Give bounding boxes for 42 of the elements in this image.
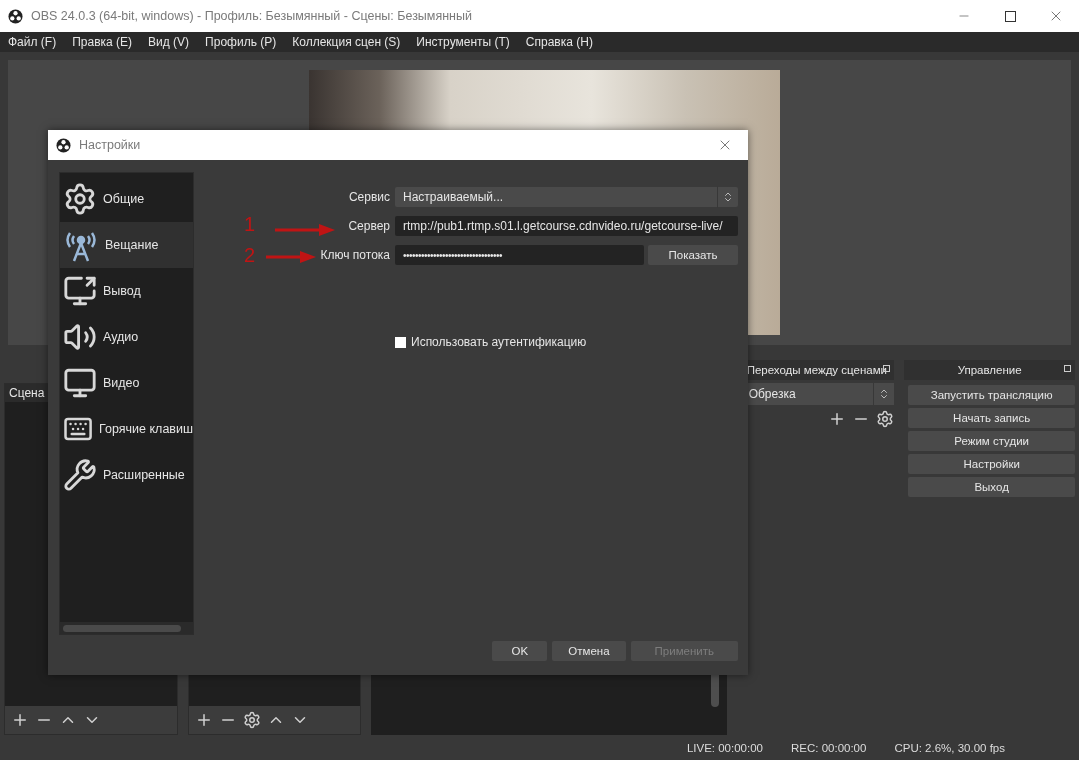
- sidebar-label: Вещание: [105, 238, 159, 252]
- sidebar-item[interactable]: Расширенные: [60, 452, 193, 498]
- dialog-title: Настройки: [79, 138, 142, 152]
- server-field[interactable]: rtmp://pub1.rtmp.s01.l.getcourse.cdnvideo.ru/getcourse-live/: [395, 216, 738, 236]
- menu-item[interactable]: Инструменты (T): [416, 35, 510, 49]
- rec-timer: REC: 00:00:00: [790, 741, 867, 754]
- checkbox-label: Использовать аутентификацию: [411, 335, 587, 349]
- controls-title: Управление: [904, 360, 1075, 380]
- menu-item[interactable]: Справка (H): [525, 35, 593, 49]
- dialog-button[interactable]: Отмена: [552, 641, 626, 661]
- sidebar-item[interactable]: Вывод: [60, 268, 193, 314]
- service-dropdown[interactable]: Настраиваемый...: [395, 187, 738, 207]
- stream-key-field[interactable]: •••••••••••••••••••••••••••••••••: [395, 245, 644, 265]
- sidebar-label: Расширенные: [103, 468, 185, 482]
- control-button[interactable]: Настройки: [908, 454, 1075, 474]
- window-title: OBS 24.0.3 (64-bit, windows) - Профиль: Безымянный - Сцены: Безымянный: [31, 9, 473, 23]
- menu-item[interactable]: Вид (V): [148, 35, 190, 49]
- sidebar-label: Аудио: [103, 330, 139, 344]
- annotation-number: 1: [244, 213, 256, 236]
- annotation-number: 2: [244, 244, 256, 267]
- control-button[interactable]: Начать запись: [908, 408, 1075, 428]
- control-button[interactable]: Запустить трансляцию: [908, 385, 1075, 405]
- sidebar-label: Горячие клавиш: [99, 422, 193, 436]
- menu-item[interactable]: Правка (E): [72, 35, 133, 49]
- menu-item[interactable]: Профиль (P): [205, 35, 277, 49]
- dialog-button[interactable]: OK: [492, 641, 548, 661]
- menu-item[interactable]: Коллекция сцен (S): [292, 35, 401, 49]
- live-timer: LIVE: 00:00:00: [686, 741, 763, 754]
- sidebar-label: Вывод: [103, 284, 141, 298]
- cpu-status: CPU: 2.6%, 30.00 fps: [894, 741, 1005, 754]
- field-label: Сервер: [348, 219, 390, 233]
- sidebar-item[interactable]: Общие: [60, 176, 193, 222]
- show-button[interactable]: Показать: [648, 245, 738, 265]
- sidebar-item[interactable]: Вещание: [60, 222, 193, 268]
- sidebar-label: Общие: [103, 192, 145, 206]
- control-button[interactable]: Выход: [908, 477, 1075, 497]
- field-label: Ключ потока: [320, 248, 390, 262]
- field-label: Сервис: [348, 190, 390, 204]
- sidebar-item[interactable]: Аудио: [60, 314, 193, 360]
- sidebar-item[interactable]: Горячие клавиш: [60, 406, 193, 452]
- control-button[interactable]: Режим студии: [908, 431, 1075, 451]
- menu-item[interactable]: Файл (F): [8, 35, 57, 49]
